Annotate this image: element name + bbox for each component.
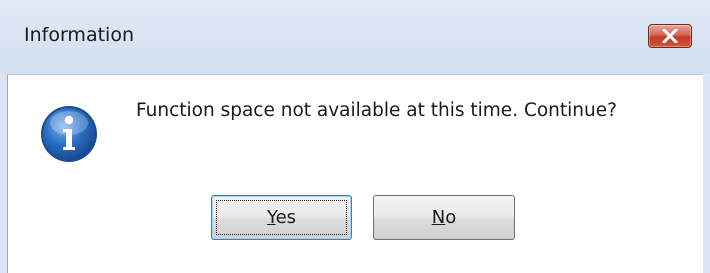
information-dialog: Information Function space not available… [0, 0, 710, 273]
yes-button[interactable]: Yes [211, 195, 352, 240]
message-text: Function space not available at this tim… [136, 100, 617, 121]
close-button[interactable] [648, 24, 692, 48]
info-icon [41, 106, 97, 162]
close-icon [662, 29, 678, 43]
window-title: Information [24, 24, 134, 46]
no-accelerator: N [431, 207, 446, 228]
title-bar[interactable]: Information [0, 0, 710, 74]
no-button[interactable]: No [373, 195, 515, 240]
dialog-body: Function space not available at this tim… [7, 74, 703, 273]
focus-ring [216, 200, 347, 235]
no-label-rest: o [445, 207, 457, 228]
